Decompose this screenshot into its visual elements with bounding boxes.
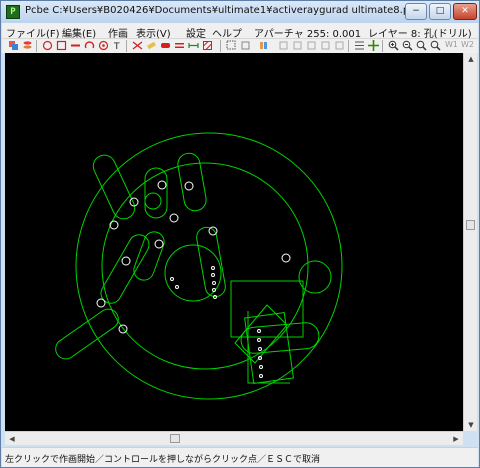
copy-icon[interactable] bbox=[8, 40, 19, 51]
layers-icon[interactable] bbox=[22, 40, 33, 51]
aperture-readout: アパーチャ 255: 0.001 bbox=[254, 29, 362, 40]
horizontal-scroll-thumb[interactable] bbox=[170, 434, 180, 443]
pad-icon[interactable] bbox=[98, 40, 109, 51]
drill-hole bbox=[184, 181, 194, 191]
svg-text:T: T bbox=[113, 42, 120, 51]
drill-hole bbox=[212, 281, 216, 285]
slot-1 bbox=[92, 154, 136, 220]
crosshair-icon[interactable] bbox=[368, 40, 379, 51]
slot-5 bbox=[133, 231, 165, 281]
maximize-button[interactable]: □ bbox=[429, 3, 451, 20]
move-icon[interactable] bbox=[278, 40, 289, 51]
drill-hole bbox=[257, 338, 261, 342]
drill-hole bbox=[258, 347, 262, 351]
drill-hole bbox=[211, 266, 215, 270]
layer-readout: レイヤー 8: 孔(ドリル) bbox=[368, 29, 472, 40]
drill-hole bbox=[121, 256, 131, 266]
status-bar: 左クリックで作画開始／コントロールを押しながらクリック点／ＥＳＣで取消 bbox=[2, 447, 478, 467]
bus-icon[interactable] bbox=[160, 40, 171, 51]
drill-hole bbox=[281, 253, 291, 263]
array-icon[interactable] bbox=[320, 40, 331, 51]
drill-hole bbox=[157, 180, 167, 190]
scroll-up-icon[interactable]: ▲ bbox=[464, 53, 478, 65]
drill-hole bbox=[212, 288, 216, 292]
horizontal-scrollbar[interactable]: ◀ ▶ bbox=[5, 431, 463, 445]
drill-hole bbox=[208, 226, 218, 236]
drill-hole bbox=[109, 220, 119, 230]
slot-7 bbox=[55, 308, 119, 360]
component-box bbox=[230, 280, 304, 338]
drill-hole bbox=[259, 374, 263, 378]
dimension-icon[interactable] bbox=[188, 40, 199, 51]
hatch-icon[interactable] bbox=[202, 40, 213, 51]
close-button[interactable]: ✕ bbox=[453, 3, 477, 20]
drill-hole bbox=[154, 239, 164, 249]
drill-hole bbox=[259, 365, 263, 369]
menu-bar: ファイル(F) 編集(E) 作画 表示(V) 設定 ヘルプ アパーチャ 255:… bbox=[2, 23, 478, 40]
rectangle-icon[interactable] bbox=[56, 40, 67, 51]
scroll-down-icon[interactable]: ▼ bbox=[464, 419, 478, 431]
center-circle bbox=[164, 244, 222, 302]
eraser-icon[interactable] bbox=[146, 40, 157, 51]
select-icon[interactable] bbox=[226, 40, 237, 51]
zoom-out-icon[interactable] bbox=[402, 40, 413, 51]
drill-hole bbox=[175, 285, 179, 289]
menu-edit[interactable]: 編集(E) bbox=[62, 25, 96, 40]
app-icon: P bbox=[6, 5, 20, 19]
grid-icon[interactable] bbox=[354, 40, 365, 51]
component-pill bbox=[240, 322, 320, 354]
group-icon[interactable] bbox=[240, 40, 251, 51]
pcb-canvas[interactable] bbox=[5, 53, 463, 431]
w1-button[interactable]: W1 bbox=[445, 40, 458, 49]
side-circle bbox=[298, 260, 332, 294]
zoom-in-icon[interactable] bbox=[388, 40, 399, 51]
flip-icon[interactable] bbox=[306, 40, 317, 51]
scroll-left-icon[interactable]: ◀ bbox=[5, 433, 19, 445]
toolbar: T W1 W2 bbox=[2, 39, 478, 53]
board-outline-outer bbox=[75, 132, 343, 400]
rotate-icon[interactable] bbox=[292, 40, 303, 51]
minimize-button[interactable]: − bbox=[405, 3, 427, 20]
drill-hole bbox=[258, 356, 262, 360]
arc-icon[interactable] bbox=[84, 40, 95, 51]
status-message: 左クリックで作画開始／コントロールを押しながらクリック点／ＥＳＣで取消 bbox=[5, 455, 321, 465]
pcb-drawing bbox=[55, 132, 343, 400]
menu-help[interactable]: ヘルプ bbox=[212, 25, 242, 40]
menu-view[interactable]: 表示(V) bbox=[136, 25, 171, 40]
menu-draw[interactable]: 作画 bbox=[108, 25, 128, 40]
zoom-fit-icon[interactable] bbox=[416, 40, 427, 51]
circle-icon[interactable] bbox=[42, 40, 53, 51]
mirror-icon[interactable] bbox=[258, 40, 269, 51]
drill-hole bbox=[257, 329, 261, 333]
drill-hole bbox=[169, 213, 179, 223]
drill-hole bbox=[211, 273, 215, 277]
slot-6 bbox=[196, 226, 226, 298]
track-icon[interactable] bbox=[174, 40, 185, 51]
window-title: Pcbe C:¥Users¥B020426¥Documents¥ultimate… bbox=[25, 5, 422, 16]
vertical-scrollbar[interactable]: ▲ ▼ bbox=[463, 53, 477, 431]
menu-settings[interactable]: 設定 bbox=[186, 25, 206, 40]
cut-icon[interactable] bbox=[132, 40, 143, 51]
menu-file[interactable]: ファイル(F) bbox=[6, 25, 60, 40]
drill-hole bbox=[170, 277, 174, 281]
slot-3 bbox=[177, 152, 207, 212]
main-window: P Pcbe C:¥Users¥B020426¥Documents¥ultima… bbox=[0, 0, 480, 468]
vertical-scroll-thumb[interactable] bbox=[466, 220, 475, 230]
text-icon[interactable]: T bbox=[112, 40, 123, 51]
pad-circle bbox=[144, 192, 162, 210]
line-icon[interactable] bbox=[70, 40, 81, 51]
align-icon[interactable] bbox=[334, 40, 345, 51]
scroll-right-icon[interactable]: ▶ bbox=[449, 433, 463, 445]
zoom-icon[interactable] bbox=[430, 40, 441, 51]
drill-hole bbox=[96, 298, 106, 308]
slot-4 bbox=[100, 234, 150, 304]
w2-button[interactable]: W2 bbox=[461, 40, 474, 49]
title-bar[interactable]: P Pcbe C:¥Users¥B020426¥Documents¥ultima… bbox=[1, 1, 479, 23]
